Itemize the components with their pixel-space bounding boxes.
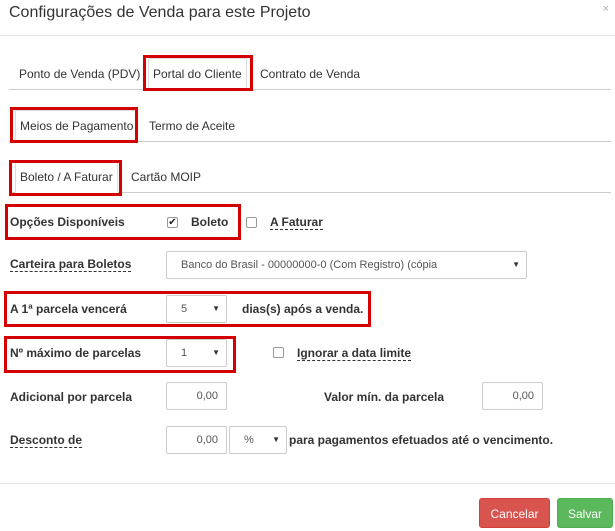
- desconto-input[interactable]: 0,00: [166, 426, 227, 454]
- sub-tabs: Meios de Pagamento Termo de Aceite: [9, 110, 611, 142]
- faturar-checkbox[interactable]: [246, 217, 257, 228]
- adicional-label: Adicional por parcela: [10, 390, 133, 404]
- options-label: Opções Disponíveis: [10, 215, 125, 229]
- chevron-down-icon: ▼: [212, 348, 220, 357]
- tab-contrato-de-venda[interactable]: Contrato de Venda: [256, 58, 364, 90]
- primeira-parcela-value: 5: [181, 303, 188, 315]
- carteira-label: Carteira para Boletos: [10, 257, 132, 272]
- cancel-button[interactable]: Cancelar: [479, 498, 550, 528]
- chevron-down-icon: ▼: [212, 304, 220, 313]
- primeira-parcela-label: A 1ª parcela vencerá: [10, 302, 127, 316]
- save-button[interactable]: Salvar: [557, 498, 613, 528]
- desconto-unit-value: %: [244, 434, 254, 446]
- ignorar-data-label: Ignorar a data limite: [297, 346, 412, 361]
- max-parcelas-label: Nº máximo de parcelas: [10, 346, 142, 360]
- main-tabs: Ponto de Venda (PDV) Portal do Cliente C…: [9, 58, 611, 90]
- faturar-label: A Faturar: [270, 215, 323, 230]
- tab-boleto-a-faturar[interactable]: Boleto / A Faturar: [15, 161, 118, 193]
- chevron-down-icon: ▼: [512, 260, 520, 269]
- primeira-parcela-suffix: dias(s) após a venda.: [242, 302, 364, 316]
- boleto-label: Boleto: [191, 215, 229, 229]
- footer-divider: [0, 483, 615, 484]
- carteira-select-value: Banco do Brasil - 00000000-0 (Com Regist…: [181, 259, 438, 271]
- desconto-unit-select[interactable]: % ▼: [229, 426, 287, 454]
- tab-termo-de-aceite[interactable]: Termo de Aceite: [145, 110, 239, 142]
- ignorar-data-checkbox[interactable]: [273, 347, 284, 358]
- tab-ponto-de-venda[interactable]: Ponto de Venda (PDV): [15, 58, 144, 90]
- max-parcelas-value: 1: [181, 347, 188, 359]
- close-icon[interactable]: ×: [603, 3, 609, 15]
- desconto-label: Desconto de: [10, 433, 83, 448]
- max-parcelas-select[interactable]: 1 ▼: [166, 339, 227, 367]
- desconto-suffix: para pagamentos efetuados até o vencimen…: [289, 433, 554, 447]
- adicional-input[interactable]: 0,00: [166, 382, 227, 410]
- payment-tabs: Boleto / A Faturar Cartão MOIP: [9, 161, 611, 193]
- tab-portal-do-cliente[interactable]: Portal do Cliente: [148, 58, 247, 90]
- modal-header: Configurações de Venda para este Projeto…: [0, 0, 615, 36]
- valor-min-input[interactable]: 0,00: [482, 382, 543, 410]
- chevron-down-icon: ▼: [272, 435, 280, 444]
- carteira-select[interactable]: Banco do Brasil - 00000000-0 (Com Regist…: [166, 251, 527, 279]
- boleto-checkbox[interactable]: ✔: [167, 217, 178, 228]
- tab-cartao-moip[interactable]: Cartão MOIP: [127, 161, 205, 193]
- primeira-parcela-select[interactable]: 5 ▼: [166, 295, 227, 323]
- sales-settings-modal: Configurações de Venda para este Projeto…: [0, 0, 615, 531]
- tab-meios-de-pagamento[interactable]: Meios de Pagamento: [15, 110, 139, 142]
- modal-title: Configurações de Venda para este Projeto: [9, 4, 311, 21]
- valor-min-label: Valor mín. da parcela: [324, 390, 445, 404]
